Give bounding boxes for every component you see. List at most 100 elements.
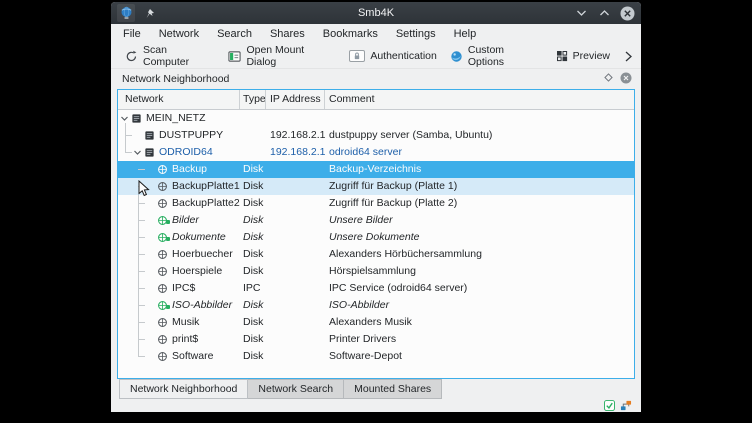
- table-row[interactable]: DUSTPUPPY 192.168.2.105 dustpuppy server…: [118, 127, 634, 144]
- row-ip: [266, 246, 325, 263]
- menu-item[interactable]: Search: [208, 24, 261, 44]
- chevron-right-icon: [623, 50, 633, 63]
- close-dock-icon[interactable]: [620, 72, 632, 87]
- table-row[interactable]: Hoerbuecher Disk Alexanders Hörbüchersam…: [118, 246, 634, 263]
- chevron-down-icon[interactable]: [573, 5, 589, 21]
- row-comment: [325, 110, 634, 127]
- row-comment: odroid64 server: [325, 144, 634, 161]
- row-ip: [266, 297, 325, 314]
- dock-tab[interactable]: Mounted Shares: [344, 379, 442, 399]
- smb4k-app-icon[interactable]: [117, 4, 135, 22]
- table-body: MEIN_NETZ: [118, 110, 634, 378]
- dock-titlebar[interactable]: Network Neighborhood: [111, 68, 641, 89]
- menu-item[interactable]: Bookmarks: [314, 24, 387, 44]
- table-row[interactable]: MEIN_NETZ: [118, 110, 634, 127]
- toolbar-button-label: Authentication: [370, 50, 437, 62]
- row-type: Disk: [240, 246, 266, 263]
- row-name: BackupPlatte2$: [170, 195, 240, 212]
- row-name: DUSTPUPPY: [157, 127, 225, 144]
- expand-chevron-icon[interactable]: [120, 114, 131, 123]
- row-name: Musik: [170, 314, 201, 331]
- row-name: Hoerspiele: [170, 263, 224, 280]
- column-header[interactable]: Comment: [325, 90, 634, 109]
- row-name: ODROID64: [157, 144, 215, 161]
- close-icon[interactable]: [619, 5, 635, 21]
- toolbar-button[interactable]: Open Mount Dialog: [228, 45, 336, 67]
- network-status-icon: [620, 400, 632, 411]
- row-ip: [266, 280, 325, 297]
- table-row[interactable]: Dokumente Disk Unsere Dokumente: [118, 229, 634, 246]
- table-row[interactable]: Musik Disk Alexanders Musik: [118, 314, 634, 331]
- menu-item[interactable]: Settings: [387, 24, 445, 44]
- computer-icon: [144, 130, 157, 141]
- menu-item[interactable]: Help: [445, 24, 486, 44]
- row-type: Disk: [240, 229, 266, 246]
- dock-tab[interactable]: Network Neighborhood: [119, 379, 248, 399]
- dock-tab[interactable]: Network Search: [248, 379, 344, 399]
- row-ip: 192.168.2.102: [266, 144, 325, 161]
- row-ip: [266, 263, 325, 280]
- mouse-cursor: [138, 180, 150, 203]
- toolbar-overflow-button[interactable]: [623, 50, 633, 63]
- row-type: Disk: [240, 314, 266, 331]
- row-comment: Zugriff für Backup (Platte 2): [325, 195, 634, 212]
- table-row[interactable]: Software Disk Software-Depot: [118, 348, 634, 365]
- row-ip: [266, 331, 325, 348]
- table-row[interactable]: Bilder Disk Unsere Bilder: [118, 212, 634, 229]
- chevron-up-icon[interactable]: [596, 5, 612, 21]
- table-row[interactable]: ODROID64 192.168.2.102 odroid64 server: [118, 144, 634, 161]
- menu-item-label: Bookmarks: [323, 28, 378, 40]
- column-header[interactable]: Network: [118, 90, 240, 109]
- share-icon: [157, 249, 170, 260]
- toolbar-button[interactable]: Preview: [556, 45, 610, 67]
- share-icon: [157, 266, 170, 277]
- row-type: IPC: [240, 280, 266, 297]
- table-row[interactable]: ISO-Abbilder Disk ISO-Abbilder: [118, 297, 634, 314]
- row-comment: ISO-Abbilder: [325, 297, 634, 314]
- menu-item[interactable]: Shares: [261, 24, 314, 44]
- table-row[interactable]: BackupPlatte2$ Disk Zugriff für Backup (…: [118, 195, 634, 212]
- menubar: File Network Search Shares Bookmarks Set…: [111, 24, 641, 44]
- row-name: MEIN_NETZ: [144, 110, 208, 127]
- share-icon: [157, 181, 170, 192]
- row-comment: Alexanders Hörbüchersammlung: [325, 246, 634, 263]
- column-header[interactable]: Type: [240, 90, 266, 109]
- share-icon: [157, 283, 170, 294]
- dock-tabbar: Network Neighborhood Network Search Moun…: [111, 379, 641, 399]
- toolbar-button-label: Preview: [573, 50, 610, 62]
- pin-icon[interactable]: [141, 5, 157, 21]
- toolbar-button[interactable]: Scan Computer: [125, 45, 215, 67]
- row-type: Disk: [240, 331, 266, 348]
- row-comment: Alexanders Musik: [325, 314, 634, 331]
- column-header-label: Network: [125, 93, 164, 105]
- column-header-label: Type: [243, 93, 266, 105]
- table-row[interactable]: print$ Disk Printer Drivers: [118, 331, 634, 348]
- table-row[interactable]: BackupPlatte1$ Disk Zugriff für Backup (…: [118, 178, 634, 195]
- menu-item[interactable]: Network: [150, 24, 208, 44]
- menu-item-label: Network: [159, 28, 199, 40]
- row-name: Backup: [170, 161, 209, 178]
- toolbar-button[interactable]: Authentication: [349, 45, 437, 67]
- mounted-share-icon: [157, 232, 170, 243]
- dock-tab-label: Network Search: [258, 383, 333, 395]
- menu-item[interactable]: File: [114, 24, 150, 44]
- float-dock-icon[interactable]: [604, 73, 613, 85]
- row-ip: [266, 178, 325, 195]
- table-row[interactable]: IPC$ IPC IPC Service (odroid64 server): [118, 280, 634, 297]
- row-type: Disk: [240, 178, 266, 195]
- toolbar-button[interactable]: Custom Options: [450, 45, 543, 67]
- share-icon: [157, 164, 170, 175]
- titlebar[interactable]: Smb4K: [111, 2, 641, 24]
- row-comment: Software-Depot: [325, 348, 634, 365]
- column-header[interactable]: IP Address: [266, 90, 325, 109]
- table-row[interactable]: Hoerspiele Disk Hörspielsammlung: [118, 263, 634, 280]
- row-comment: Printer Drivers: [325, 331, 634, 348]
- toolbar-button-label: Open Mount Dialog: [246, 44, 336, 68]
- row-type: Disk: [240, 195, 266, 212]
- row-comment: Backup-Verzeichnis: [325, 161, 634, 178]
- table-row[interactable]: Backup Disk Backup-Verzeichnis: [118, 161, 634, 178]
- mounted-share-icon: [157, 215, 170, 226]
- share-icon: [157, 317, 170, 328]
- column-header-label: IP Address: [270, 93, 321, 105]
- expand-chevron-icon[interactable]: [133, 148, 144, 157]
